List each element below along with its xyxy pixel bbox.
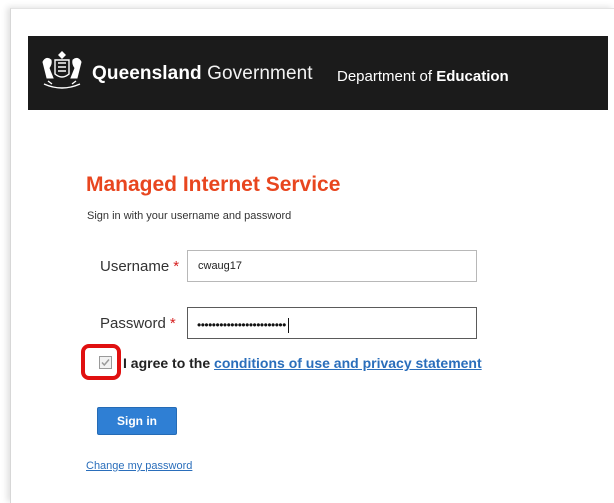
required-marker: * <box>169 315 176 332</box>
dept-bold: Education <box>436 68 509 85</box>
brand-light: Government <box>201 63 313 84</box>
page-title: Managed Internet Service <box>86 173 341 196</box>
check-icon <box>101 359 110 367</box>
password-input[interactable] <box>187 307 477 339</box>
password-label: Password * <box>100 315 176 332</box>
dept-prefix: Department of <box>337 68 437 85</box>
change-password-link[interactable]: Change my password <box>86 460 192 472</box>
username-label: Username * <box>100 258 179 275</box>
required-marker: * <box>173 258 180 275</box>
page-subtitle: Sign in with your username and password <box>87 210 292 222</box>
conditions-link[interactable]: conditions of use and privacy statement <box>214 355 482 371</box>
sign-in-button[interactable]: Sign in <box>97 407 177 435</box>
password-label-text: Password <box>100 315 166 332</box>
site-header: Queensland Government Department of Educ… <box>28 36 608 110</box>
brand-bold: Queensland <box>92 63 202 84</box>
department-name: Department of Education <box>337 68 509 85</box>
brand-name: Queensland Government <box>92 63 313 85</box>
username-label-text: Username <box>100 258 170 275</box>
agree-text-prefix: I agree to the <box>123 355 215 371</box>
agree-checkbox[interactable] <box>99 356 112 369</box>
username-input[interactable] <box>187 250 477 282</box>
agree-text: I agree to the conditions of use and pri… <box>123 355 482 371</box>
queensland-crest-icon <box>42 51 82 89</box>
